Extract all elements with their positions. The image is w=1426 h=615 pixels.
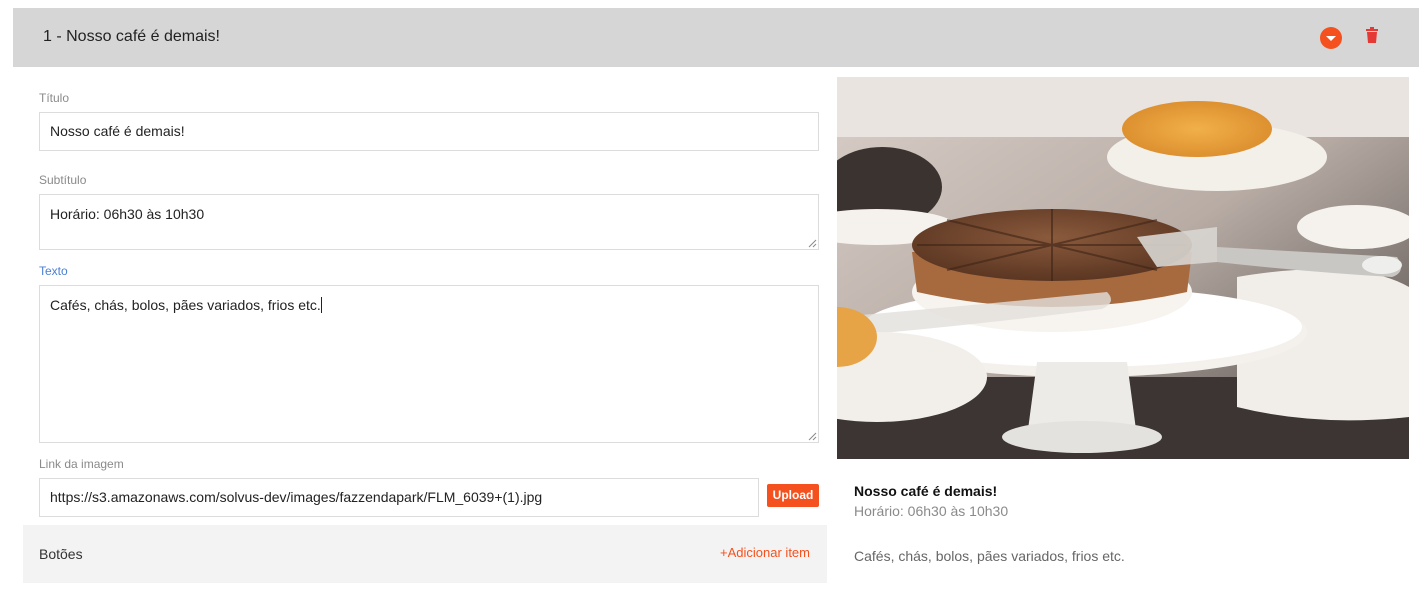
item-header-title: 1 - Nosso café é demais! (43, 28, 220, 45)
upload-button[interactable]: Upload (767, 484, 819, 507)
trash-icon[interactable] (1365, 27, 1379, 43)
preview-title: Nosso café é demais! (854, 483, 998, 499)
texto-value: Cafés, chás, bolos, pães variados, frios… (50, 297, 321, 313)
subtitulo-textarea[interactable]: Horário: 06h30 às 10h30 (39, 194, 819, 250)
subtitulo-value: Horário: 06h30 às 10h30 (50, 206, 205, 222)
add-item-button[interactable]: +Adicionar item (720, 545, 810, 560)
texto-label: Texto (39, 264, 68, 278)
item-header[interactable]: 1 - Nosso café é demais! (13, 8, 1419, 67)
buttons-section-title: Botões (39, 546, 83, 562)
image-link-input[interactable]: https://s3.amazonaws.com/solvus-dev/imag… (39, 478, 759, 517)
collapse-button[interactable] (1320, 27, 1342, 49)
chevron-down-icon (1326, 36, 1336, 41)
preview-image (837, 77, 1409, 459)
image-link-value: https://s3.amazonaws.com/solvus-dev/imag… (50, 489, 543, 505)
link-label: Link da imagem (39, 457, 124, 471)
text-cursor (320, 297, 322, 313)
titulo-label: Título (39, 91, 70, 105)
subtitulo-label: Subtítulo (39, 173, 87, 187)
preview-subtitle: Horário: 06h30 às 10h30 (854, 503, 1009, 519)
preview-text: Cafés, chás, bolos, pães variados, frios… (854, 548, 1125, 564)
texto-textarea[interactable]: Cafés, chás, bolos, pães variados, frios… (39, 285, 819, 443)
titulo-value: Nosso café é demais! (50, 123, 185, 139)
titulo-input[interactable]: Nosso café é demais! (39, 112, 819, 151)
resize-handle-icon[interactable] (808, 432, 817, 441)
buttons-section: Botões +Adicionar item (23, 525, 827, 583)
resize-handle-icon[interactable] (808, 239, 817, 248)
